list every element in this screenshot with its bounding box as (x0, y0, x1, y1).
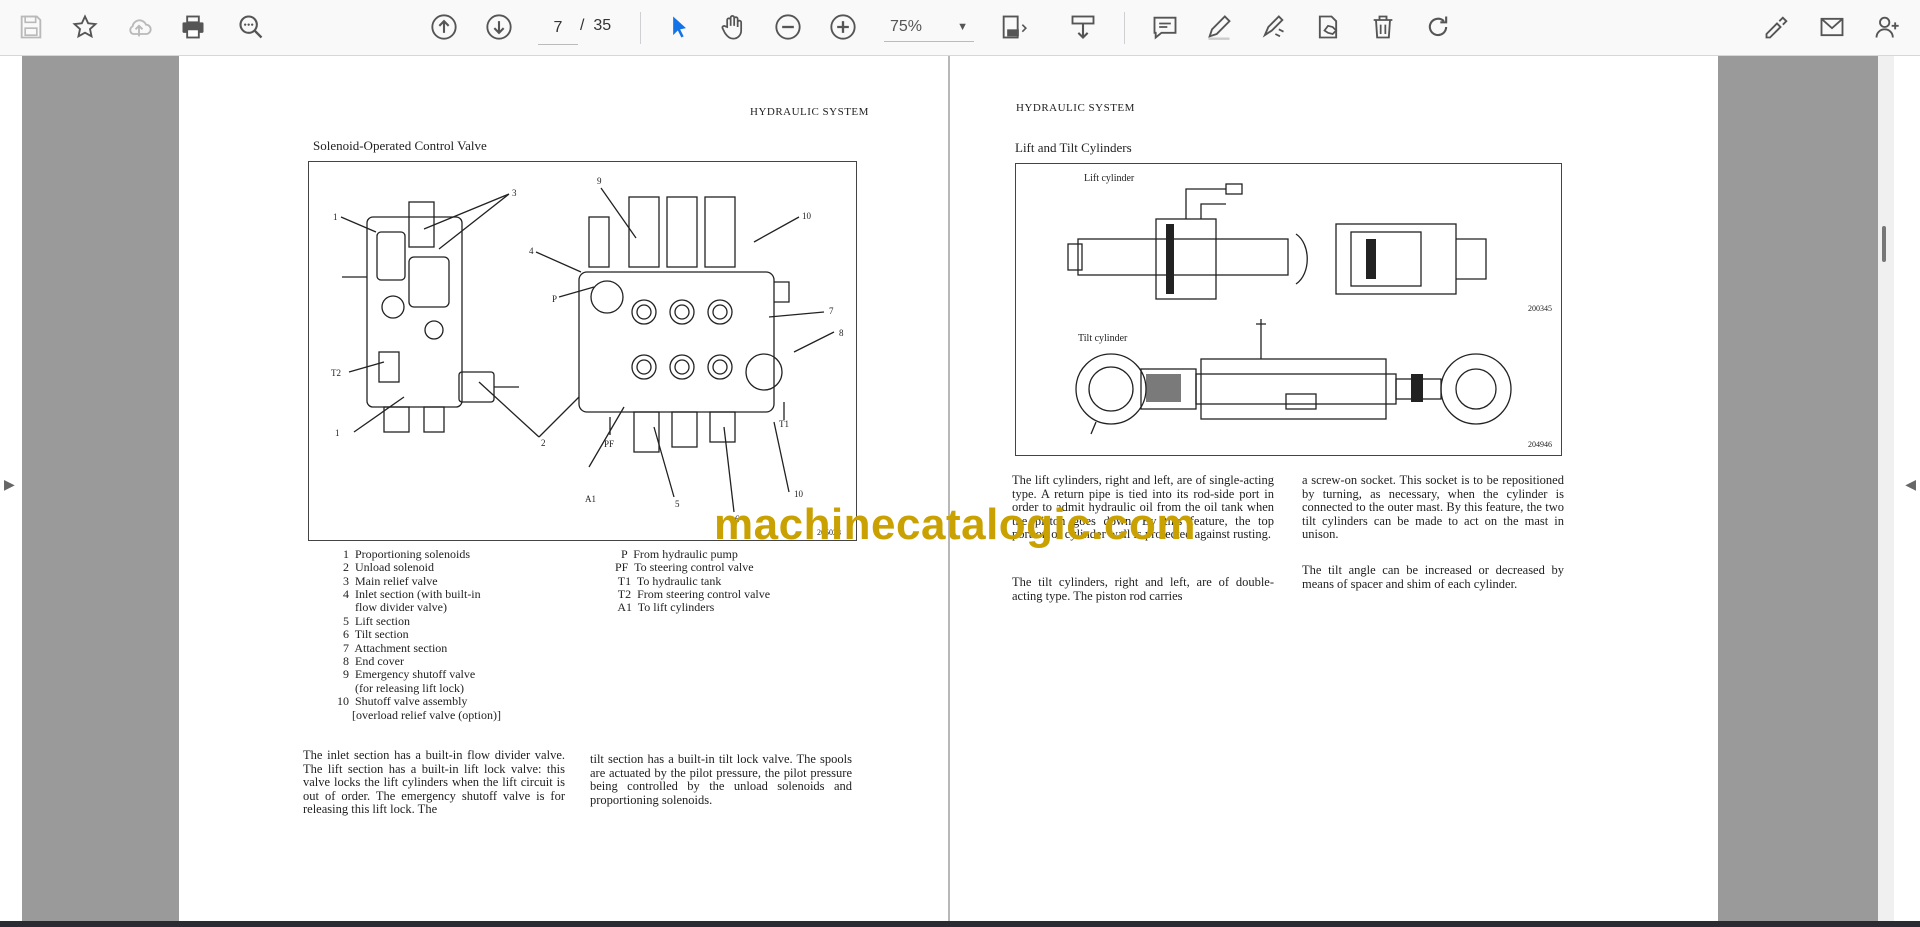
svg-text:9: 9 (597, 176, 602, 186)
page-header: HYDRAULIC SYSTEM (1016, 102, 1135, 114)
bookmark-star-icon[interactable] (68, 10, 102, 44)
paragraph: a screw-on socket. This socket is to be … (1302, 473, 1564, 541)
svg-text:3: 3 (512, 188, 517, 198)
right-panel-toggle-icon[interactable]: ◀ (1905, 476, 1916, 493)
cylinders-diagram: Lift cylinder Tilt cylinder 200345 20494… (1015, 163, 1562, 456)
document-viewer: ▶ HYDRAULIC SYSTEM Solenoid-Operated Con… (0, 56, 1920, 921)
page-header: HYDRAULIC SYSTEM (750, 106, 869, 118)
bottom-bar (0, 921, 1920, 927)
svg-text:T2: T2 (331, 368, 341, 378)
section-title: Solenoid-Operated Control Valve (313, 138, 487, 153)
zoom-select[interactable]: 75% ▼ (884, 12, 974, 42)
fit-page-icon[interactable] (996, 10, 1030, 44)
paragraph: The tilt angle can be increased or decre… (1302, 563, 1564, 591)
trash-icon[interactable] (1366, 10, 1400, 44)
page-number-input[interactable] (538, 12, 578, 45)
svg-text:T1: T1 (779, 419, 789, 429)
svg-text:2: 2 (541, 438, 546, 448)
stamp-icon[interactable] (1311, 10, 1345, 44)
paragraph: tilt section has a built-in tilt lock va… (590, 752, 852, 807)
comment-icon[interactable] (1148, 10, 1182, 44)
scrollbar-thumb[interactable] (1882, 226, 1886, 262)
svg-text:10: 10 (802, 211, 812, 221)
svg-text:PF: PF (604, 439, 614, 449)
svg-text:A1: A1 (585, 494, 596, 504)
pdf-toolbar: / 35 75%▼ (0, 0, 1920, 56)
page-up-icon[interactable] (427, 10, 461, 44)
paragraph: The tilt cylinders, right and left, are … (1012, 575, 1274, 603)
figure-number: 200345 (1528, 304, 1552, 313)
svg-text:4: 4 (529, 246, 534, 256)
redo-icon[interactable] (1421, 10, 1455, 44)
svg-text:8: 8 (839, 328, 844, 338)
vertical-scrollbar[interactable] (1878, 56, 1894, 921)
svg-text:5: 5 (675, 499, 680, 509)
section-title: Lift and Tilt Cylinders (1015, 140, 1132, 155)
figure-number: 204946 (1528, 440, 1552, 449)
left-page: HYDRAULIC SYSTEM Solenoid-Operated Contr… (179, 56, 948, 921)
control-valve-diagram: 1 3 9 10 4 P 7 8 T2 1 2 PF A1 5 6 T1 10 (308, 161, 857, 541)
email-icon[interactable] (1815, 10, 1849, 44)
upload-cloud-icon[interactable] (122, 10, 156, 44)
page-down-icon[interactable] (482, 10, 516, 44)
pen-icon[interactable] (1202, 10, 1236, 44)
zoom-in-icon[interactable] (826, 10, 860, 44)
print-icon[interactable] (176, 10, 210, 44)
svg-text:1: 1 (333, 212, 338, 222)
hand-pan-icon[interactable] (716, 10, 750, 44)
svg-text:P: P (552, 294, 557, 304)
svg-text:1: 1 (335, 428, 340, 438)
highlighter-icon[interactable] (1256, 10, 1290, 44)
add-user-icon[interactable] (1870, 10, 1904, 44)
svg-text:7: 7 (829, 306, 834, 316)
zoom-out-icon[interactable] (771, 10, 805, 44)
sign-icon[interactable] (1760, 10, 1794, 44)
watermark-text: machinecatalogic.com (714, 500, 1196, 549)
zoom-search-icon[interactable] (234, 10, 268, 44)
paragraph: The inlet section has a built-in flow di… (303, 748, 565, 816)
save-icon[interactable] (14, 10, 48, 44)
right-page: HYDRAULIC SYSTEM Lift and Tilt Cylinders… (950, 56, 1718, 921)
left-panel-toggle-icon[interactable]: ▶ (4, 476, 15, 493)
chevron-down-icon: ▼ (957, 20, 968, 33)
svg-text:10: 10 (794, 489, 804, 499)
page-total: / 35 (580, 17, 612, 34)
scroll-mode-icon[interactable] (1066, 10, 1100, 44)
select-pointer-icon[interactable] (662, 10, 696, 44)
